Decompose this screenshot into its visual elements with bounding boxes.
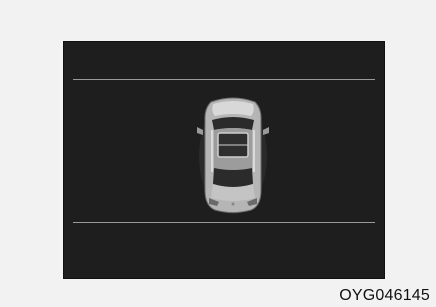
figure-code: OYG046145 (339, 287, 430, 304)
display-screen (63, 41, 385, 279)
lane-line-bottom (73, 222, 375, 223)
car-top-view-icon (195, 94, 271, 214)
lane-line-top (73, 79, 375, 80)
